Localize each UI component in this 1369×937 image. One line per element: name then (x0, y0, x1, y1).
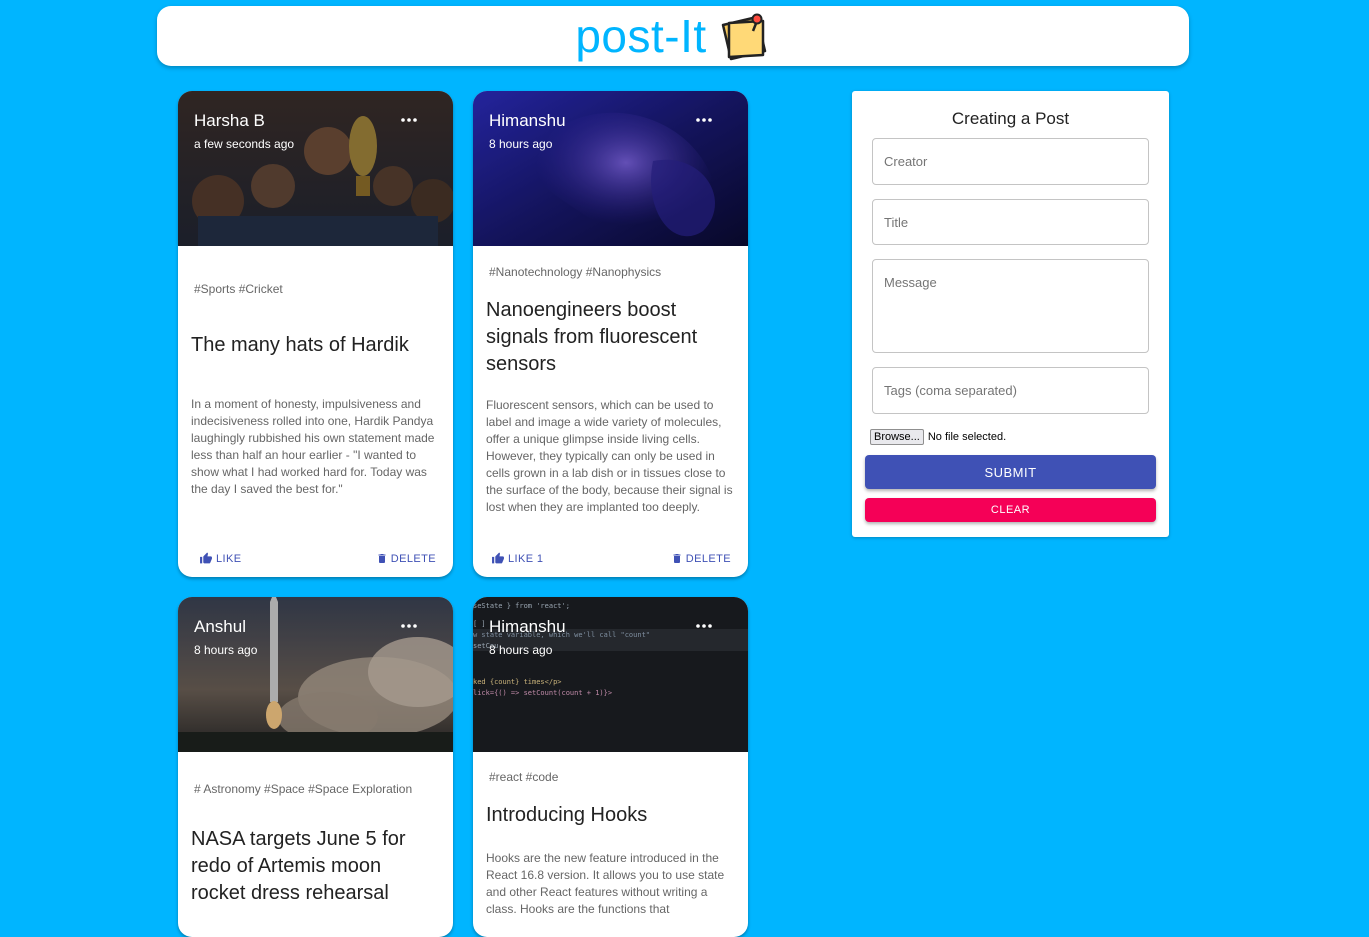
thumb-up-icon (200, 552, 212, 564)
more-options-icon[interactable] (696, 623, 712, 629)
post-creator: Himanshu (489, 111, 566, 130)
post-card: Anshul 8 hours ago # Astronomy #Space #S… (178, 597, 453, 937)
clear-button[interactable]: CLEAR (865, 498, 1156, 522)
post-image: Harsha B a few seconds ago (178, 91, 453, 246)
post-card: seState } from 'react'; [ ] w state vari… (473, 597, 748, 937)
more-options-icon[interactable] (401, 117, 417, 123)
submit-button[interactable]: SUBMIT (865, 455, 1156, 489)
post-tags: #react #code (489, 770, 559, 784)
post-time: 8 hours ago (194, 643, 258, 657)
post-tags: # Astronomy #Space #Space Exploration (194, 782, 413, 796)
post-title: NASA targets June 5 for redo of Artemis … (191, 828, 406, 904)
trash-icon (673, 554, 681, 563)
post-title: Introducing Hooks (486, 804, 648, 826)
post-creator: Himanshu (489, 617, 566, 636)
file-upload: Browse... No file selected. (870, 429, 1006, 445)
delete-label: DELETE (685, 552, 731, 565)
app-title: post-It (575, 10, 707, 62)
thumb-up-icon (492, 552, 504, 564)
post-tags: #Nanotechnology #Nanophysics (489, 265, 662, 279)
post-creator: Harsha B (194, 111, 265, 130)
post-card: Himanshu 8 hours ago #Nanotechnology #Na… (473, 91, 748, 577)
trash-icon (378, 554, 386, 563)
post-time: 8 hours ago (489, 643, 553, 657)
post-creator: Anshul (194, 617, 246, 636)
create-post-form: Creating a Post Browse... No file select… (852, 91, 1169, 537)
delete-button[interactable]: DELETE (671, 552, 731, 565)
post-card: Harsha B a few seconds ago #Sports #Cric… (178, 91, 453, 577)
file-status: No file selected. (927, 431, 1007, 443)
post-title: Nanoengineers boost signals from fluores… (486, 299, 698, 375)
like-label: LIKE (216, 552, 242, 565)
form-title: Creating a Post (951, 109, 1070, 128)
post-title: The many hats of Hardik (191, 334, 409, 356)
like-label: LIKE 1 (508, 552, 544, 565)
message-input[interactable] (872, 259, 1149, 353)
delete-button[interactable]: DELETE (376, 552, 436, 565)
post-tags: #Sports #Cricket (194, 282, 283, 296)
app-bar: post-It (157, 6, 1189, 66)
sticky-note-logo-icon (721, 13, 766, 61)
creator-input[interactable] (872, 138, 1149, 185)
browse-button[interactable]: Browse... (870, 429, 924, 445)
post-message: In a moment of honesty, impulsiveness an… (191, 397, 435, 496)
like-button[interactable]: LIKE 1 (491, 552, 543, 565)
post-image: seState } from 'react'; [ ] w state vari… (473, 597, 748, 752)
post-image: Anshul 8 hours ago (178, 597, 453, 752)
post-message: Fluorescent sensors, which can be used t… (486, 398, 733, 514)
post-time: 8 hours ago (489, 137, 553, 151)
more-options-icon[interactable] (696, 117, 712, 123)
post-image: Himanshu 8 hours ago (473, 91, 748, 246)
title-input[interactable] (872, 199, 1149, 245)
like-button[interactable]: LIKE (199, 552, 241, 565)
more-options-icon[interactable] (401, 623, 417, 629)
tags-input[interactable] (872, 367, 1149, 414)
delete-label: DELETE (390, 552, 436, 565)
post-message: Hooks are the new feature introduced in … (486, 851, 725, 916)
post-time: a few seconds ago (194, 137, 295, 151)
